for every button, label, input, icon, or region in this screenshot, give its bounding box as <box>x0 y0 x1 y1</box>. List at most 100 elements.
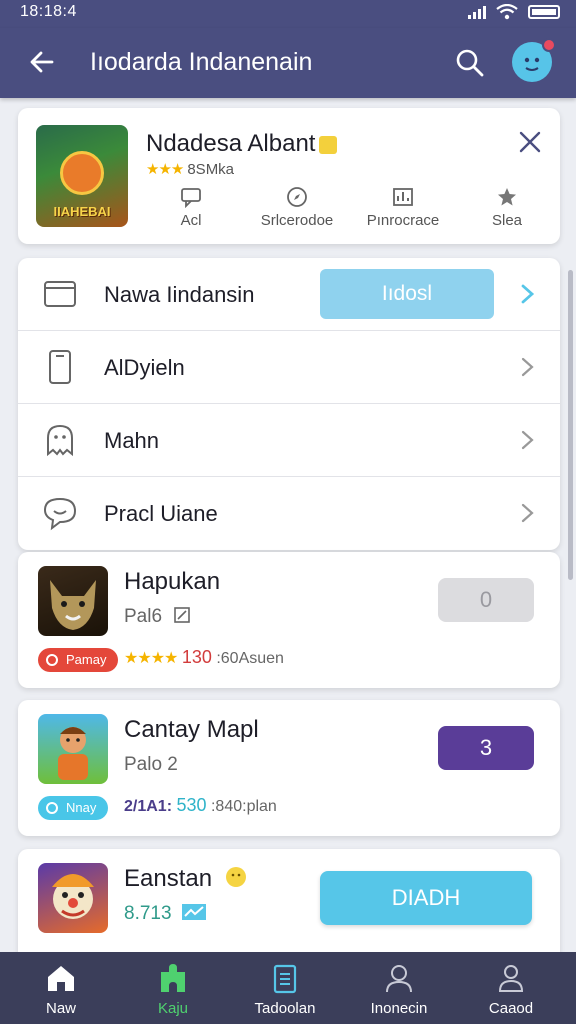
nav-label: Kaju <box>157 1000 189 1017</box>
action-label: Srlcerodoe <box>260 212 334 229</box>
app-meta: 2/1A1: 530 :840:plan <box>124 795 277 816</box>
rating-text: 8SMka <box>187 161 235 178</box>
action-label: Acl <box>180 212 202 229</box>
app-action-button[interactable]: DIADH <box>320 871 532 925</box>
character-icon <box>58 727 88 780</box>
menu-item-label: Nawa Iindansin <box>104 282 255 307</box>
app-action-button[interactable]: 0 <box>438 578 534 622</box>
notification-badge <box>542 38 556 52</box>
chat-heart-icon <box>43 497 77 531</box>
nav-item-home[interactable]: Naw <box>6 962 116 1017</box>
app-subtitle: Palo 2 <box>124 754 178 775</box>
ghost-icon <box>47 424 73 457</box>
menu-item-label: AlDyieln <box>104 355 185 380</box>
chevron-right-icon <box>521 357 534 377</box>
nav-item-games[interactable]: Kaju <box>118 962 228 1017</box>
action-ad[interactable]: Acl <box>136 186 246 229</box>
message-icon <box>181 188 201 208</box>
close-icon[interactable] <box>518 130 542 154</box>
featured-name: Ndadesa Albant <box>146 130 338 158</box>
action-discover[interactable]: Srlcerodoe <box>242 186 352 229</box>
phone-icon <box>49 350 71 384</box>
app-icon <box>38 863 108 933</box>
emoji-icon <box>225 867 246 887</box>
app-bar: Iıodarda Indanenain <box>0 28 576 98</box>
menu-item-new[interactable]: Nawa Iindansin Iıdosl <box>18 258 560 331</box>
page-title: Iıodarda Indanenain <box>90 48 313 76</box>
menu-item-main[interactable]: Mahn <box>18 404 560 477</box>
featured-name-text: Ndadesa Albant <box>146 130 316 157</box>
app-tag: Pamay <box>38 648 119 672</box>
building-icon <box>273 964 297 994</box>
thumbnail-title: IIAHEBAI <box>53 204 111 219</box>
nav-label: Naw <box>45 1000 76 1017</box>
app-meta-primary: 2/1A1: <box>124 798 173 815</box>
thumbnail-emblem <box>60 151 104 195</box>
app-stars: ★★★★ <box>124 650 178 667</box>
app-subtitle: Pal6 <box>124 606 191 628</box>
action-label: Slea <box>491 212 523 229</box>
wifi-icon <box>496 4 518 20</box>
nav-item-friends[interactable]: Inonecin <box>344 962 454 1017</box>
app-tag: Nnay <box>38 796 109 820</box>
puzzle-icon <box>161 964 185 992</box>
nav-label: Inonecin <box>370 1000 428 1017</box>
verified-badge-icon <box>319 135 338 154</box>
app-subtitle: 8.713 <box>124 903 207 925</box>
app-name: Hapukan <box>124 568 221 595</box>
app-action-button[interactable]: 3 <box>438 726 534 770</box>
menu-item-practice[interactable]: Pracl Uiane <box>18 477 560 550</box>
avatar[interactable] <box>512 38 556 82</box>
bottom-nav: Naw Kaju Tadoolan Inonecin Caaod <box>0 952 576 1024</box>
app-card[interactable]: Cantay Mapl Palo 2 Nnay 2/1A1: 530 :840:… <box>18 700 560 836</box>
scrollbar[interactable] <box>568 270 573 580</box>
nav-item-profile[interactable]: Caaod <box>456 962 566 1017</box>
featured-rating: ★★★ 8SMka <box>146 160 234 178</box>
app-name-text: Eanstan <box>124 865 213 892</box>
window-icon <box>44 281 76 307</box>
signal-icon <box>468 5 486 19</box>
app-icon <box>38 714 108 784</box>
clown-icon <box>52 874 94 919</box>
back-arrow-icon[interactable] <box>26 46 58 78</box>
app-subtitle-text: 8.713 <box>124 903 172 924</box>
rating-stars: ★★★ <box>146 161 184 178</box>
featured-thumbnail[interactable]: IIAHEBAI <box>36 125 128 227</box>
menu-item-device[interactable]: AlDyieln <box>18 331 560 404</box>
chevron-right-icon <box>521 430 534 450</box>
menu-item-label: Mahn <box>104 428 160 453</box>
status-icons <box>468 4 560 20</box>
edit-icon <box>174 607 191 623</box>
star-icon <box>498 188 516 206</box>
menu-list: Nawa Iindansin Iıdosl AlDyieln Mahn Prac… <box>18 258 560 550</box>
profile-icon <box>498 965 524 992</box>
app-subtitle-text: Pal6 <box>124 606 163 627</box>
chart-icon <box>393 188 413 206</box>
action-rate[interactable]: Slea <box>452 186 562 229</box>
nav-item-store[interactable]: Tadoolan <box>230 962 340 1017</box>
trend-icon <box>181 904 206 920</box>
app-meta: ★★★★ 130 :60Asuen <box>124 647 284 668</box>
app-meta-text: :60Asuen <box>216 650 284 667</box>
status-bar: 18:18:4 <box>0 0 576 28</box>
menu-item-label: Pracl Uiane <box>104 501 218 526</box>
home-icon <box>48 966 74 991</box>
compass-icon <box>287 187 307 207</box>
search-icon[interactable] <box>455 48 485 78</box>
action-progress[interactable]: Pınrocrace <box>348 186 458 229</box>
chevron-right-icon <box>521 284 535 304</box>
action-label: Pınrocrace <box>366 212 440 229</box>
featured-card: IIAHEBAI Ndadesa Albant ★★★ 8SMka Acl Srl… <box>18 108 560 244</box>
app-score: 530 <box>176 795 207 815</box>
app-score: 130 <box>181 647 212 667</box>
nav-label: Tadoolan <box>254 1000 316 1017</box>
app-card[interactable]: Hapukan Pal6 Pamay ★★★★ 130 :60Asuen 0 <box>18 552 560 688</box>
app-name: Cantay Mapl <box>124 716 259 743</box>
user-group-icon <box>386 965 412 993</box>
app-meta-text: :840:plan <box>210 798 277 815</box>
nav-label: Caaod <box>488 1000 534 1017</box>
install-button[interactable]: Iıdosl <box>320 269 494 319</box>
fox-icon <box>50 580 96 630</box>
app-icon <box>38 566 108 636</box>
battery-icon <box>528 5 560 19</box>
